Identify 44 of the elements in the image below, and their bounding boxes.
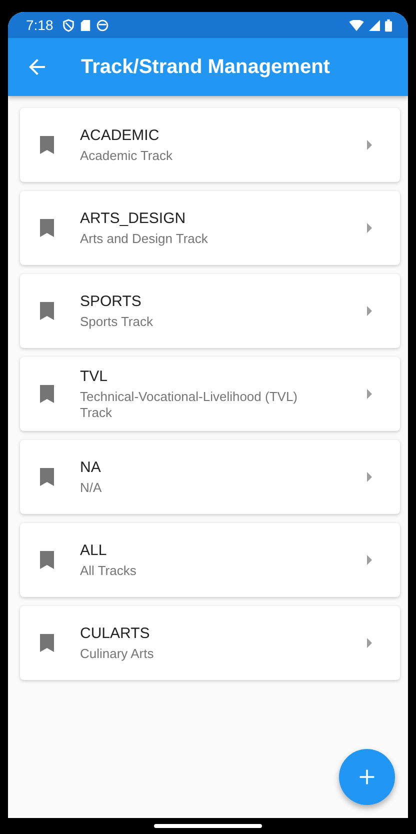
signal-icon	[369, 20, 380, 30]
add-button[interactable]	[339, 749, 395, 805]
track-name: Arts and Design Track	[80, 231, 209, 247]
track-name: All Tracks	[80, 563, 138, 579]
track-card[interactable]: NA N/A	[20, 440, 400, 514]
track-name: Culinary Arts	[80, 646, 155, 662]
wifi-icon	[349, 20, 364, 30]
track-card[interactable]: SPORTS Sports Track	[20, 274, 400, 348]
chevron-right-icon	[367, 223, 372, 233]
bookmark-icon	[40, 219, 54, 237]
shield-icon	[62, 18, 76, 32]
track-code: TVL	[80, 367, 109, 387]
track-name: Sports Track	[80, 314, 154, 330]
track-code: ACADEMIC	[80, 126, 160, 146]
bookmark-icon	[40, 385, 54, 403]
track-card[interactable]: ALL All Tracks	[20, 523, 400, 597]
bookmark-icon	[40, 468, 54, 486]
track-card[interactable]: TVL Technical-Vocational-Livelihood (TVL) Track	[20, 357, 400, 431]
track-code: NA	[80, 458, 102, 478]
chevron-right-icon	[367, 140, 372, 150]
track-code: CULARTS	[80, 624, 151, 644]
track-card[interactable]: ACADEMIC Academic Track	[20, 108, 400, 182]
bookmark-icon	[40, 551, 54, 569]
sd-card-icon	[80, 18, 92, 32]
status-time: 7:18	[26, 17, 54, 33]
plus-icon	[358, 768, 376, 786]
battery-icon	[385, 18, 392, 32]
track-code: ALL	[80, 541, 108, 561]
track-code: ARTS_DESIGN	[80, 209, 187, 229]
track-card[interactable]: CULARTS Culinary Arts	[20, 606, 400, 680]
chevron-right-icon	[367, 306, 372, 316]
bookmark-icon	[40, 136, 54, 154]
track-code: SPORTS	[80, 292, 142, 312]
screen-title: Track/Strand Management	[81, 56, 330, 78]
bookmark-icon	[40, 302, 54, 320]
track-name: N/A	[80, 480, 103, 496]
track-card[interactable]: ARTS_DESIGN Arts and Design Track	[20, 191, 400, 265]
bookmark-icon	[40, 634, 54, 652]
track-name: Technical-Vocational-Livelihood (TVL) Track	[80, 389, 299, 421]
chevron-right-icon	[367, 638, 372, 648]
chevron-right-icon	[367, 555, 372, 565]
chevron-right-icon	[367, 472, 372, 482]
track-name: Academic Track	[80, 148, 174, 164]
chevron-right-icon	[367, 389, 372, 399]
